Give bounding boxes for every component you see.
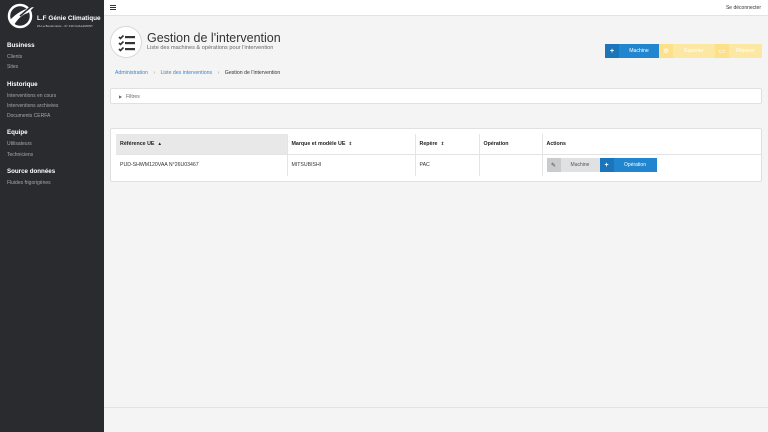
nav-section-historique: Historique Interventions en cours Interv… xyxy=(0,81,104,122)
brand-name: L.F Génie Climatique xyxy=(37,15,101,22)
main-content: Gestion de l'intervention Liste des mach… xyxy=(104,16,768,432)
plus-icon: + xyxy=(599,158,614,173)
sidebar-item-interventions-en-cours[interactable]: Interventions en cours xyxy=(7,91,104,101)
machines-table-card: Référence UE ▲ Marque et modèle UE ⇕ Repèr… xyxy=(110,128,762,182)
machines-table: Référence UE ▲ Marque et modèle UE ⇕ Repèr… xyxy=(116,134,761,176)
repair-icon: ▭ xyxy=(715,44,729,58)
nav-section-title: Equipe xyxy=(7,129,28,137)
page-subtitle: Liste des machines & opérations pour l'i… xyxy=(147,45,274,51)
sidebar-item-interventions-archivees[interactable]: Interventions archivées xyxy=(7,101,104,111)
column-header-operation: Opération xyxy=(479,134,543,155)
column-label: Référence UE xyxy=(120,140,155,147)
export-label: Exporter xyxy=(684,48,704,54)
repair-button[interactable]: ▭ Réparer xyxy=(715,44,762,58)
brand-subtitle: ZA La Boulonnière - 07 130 CHALAMONT xyxy=(37,24,93,28)
column-label: Opération xyxy=(483,140,509,147)
nav-section-source-donnees: Source données Fluides frigorigènes xyxy=(0,168,104,188)
sidebar-item-techniciens[interactable]: Techniciens xyxy=(7,150,104,160)
nav-section-title: Historique xyxy=(7,80,38,88)
pencil-icon: ✎ xyxy=(546,158,561,173)
breadcrumb: Administration › Liste des interventions… xyxy=(115,70,280,76)
export-icon: ⊙ xyxy=(659,44,673,58)
edit-machine-label: Machine xyxy=(570,162,590,169)
table-row: PUD-SHWM120VAA N°26U03467 MITSUBISHI PAC… xyxy=(116,154,761,176)
breadcrumb-current: Gestion de l'intervention xyxy=(224,70,281,76)
export-button[interactable]: ⊙ Exporter xyxy=(659,44,715,58)
nav-section-title: Business xyxy=(7,42,35,49)
cell-operation xyxy=(479,154,543,176)
logout-link[interactable]: Se déconnecter xyxy=(726,5,761,11)
add-machine-button[interactable]: + Machine xyxy=(605,44,659,58)
checklist-icon xyxy=(110,26,142,58)
brand[interactable]: L.F Génie Climatique ZA La Boulonnière -… xyxy=(0,0,104,34)
column-header-repere[interactable]: Repère ⇕ xyxy=(415,134,480,155)
column-header-reference[interactable]: Référence UE ▲ xyxy=(116,134,288,155)
repair-label: Réparer xyxy=(736,48,755,54)
nav-section-business: Business Clients Sites xyxy=(0,42,104,73)
column-header-marque-modele[interactable]: Marque et modèle UE ⇕ xyxy=(287,134,416,155)
breadcrumb-administration[interactable]: Administration xyxy=(115,70,148,76)
column-label: Marque et modèle UE xyxy=(291,140,346,147)
sort-icon: ⇕ xyxy=(348,140,353,146)
sidebar-item-utilisateurs[interactable]: Utilisateurs xyxy=(7,139,104,149)
hamburger-icon[interactable] xyxy=(110,5,116,10)
plus-icon: + xyxy=(605,44,619,58)
add-operation-label: Opération xyxy=(624,162,646,169)
topbar: Se déconnecter xyxy=(104,0,768,16)
sidebar: L.F Génie Climatique ZA La Boulonnière -… xyxy=(0,0,104,432)
filters-accordion[interactable]: ▶ Filtres xyxy=(110,88,762,104)
column-header-actions: Actions xyxy=(542,134,761,155)
caret-right-icon: ▶ xyxy=(119,94,123,99)
sidebar-item-documents-cerfa[interactable]: Documents CERFA xyxy=(7,111,104,121)
cell-repere: PAC xyxy=(415,154,480,176)
cell-actions: ✎ Machine + Opération xyxy=(542,154,761,176)
sort-up-icon: ▲ xyxy=(157,140,162,146)
column-label: Repère xyxy=(419,140,438,147)
chevron-right-icon: › xyxy=(217,70,220,76)
chevron-right-icon: › xyxy=(153,70,156,76)
filters-label: Filtres xyxy=(126,94,140,100)
add-machine-label: Machine xyxy=(629,48,649,54)
sidebar-item-clients[interactable]: Clients xyxy=(7,52,104,62)
cell-brand-model: MITSUBISHI xyxy=(287,154,416,176)
sort-icon: ⇕ xyxy=(440,140,445,146)
breadcrumb-liste-interventions[interactable]: Liste des interventions xyxy=(161,70,213,76)
edit-machine-button[interactable]: ✎ Machine xyxy=(546,158,600,173)
logo-icon xyxy=(7,3,34,29)
page-title: Gestion de l'intervention xyxy=(147,31,281,45)
add-operation-button[interactable]: + Opération xyxy=(599,158,657,173)
nav-section-equipe: Equipe Utilisateurs Techniciens xyxy=(0,129,104,160)
sidebar-item-fluides-frigorigenes[interactable]: Fluides frigorigènes xyxy=(7,178,104,188)
footer-divider xyxy=(104,407,768,408)
nav-section-title: Source données xyxy=(7,168,56,176)
row-actions: ✎ Machine + Opération xyxy=(546,158,762,173)
cell-reference: PUD-SHWM120VAA N°26U03467 xyxy=(116,154,288,176)
sidebar-item-sites[interactable]: Sites xyxy=(7,62,104,72)
column-label: Actions xyxy=(546,140,566,147)
